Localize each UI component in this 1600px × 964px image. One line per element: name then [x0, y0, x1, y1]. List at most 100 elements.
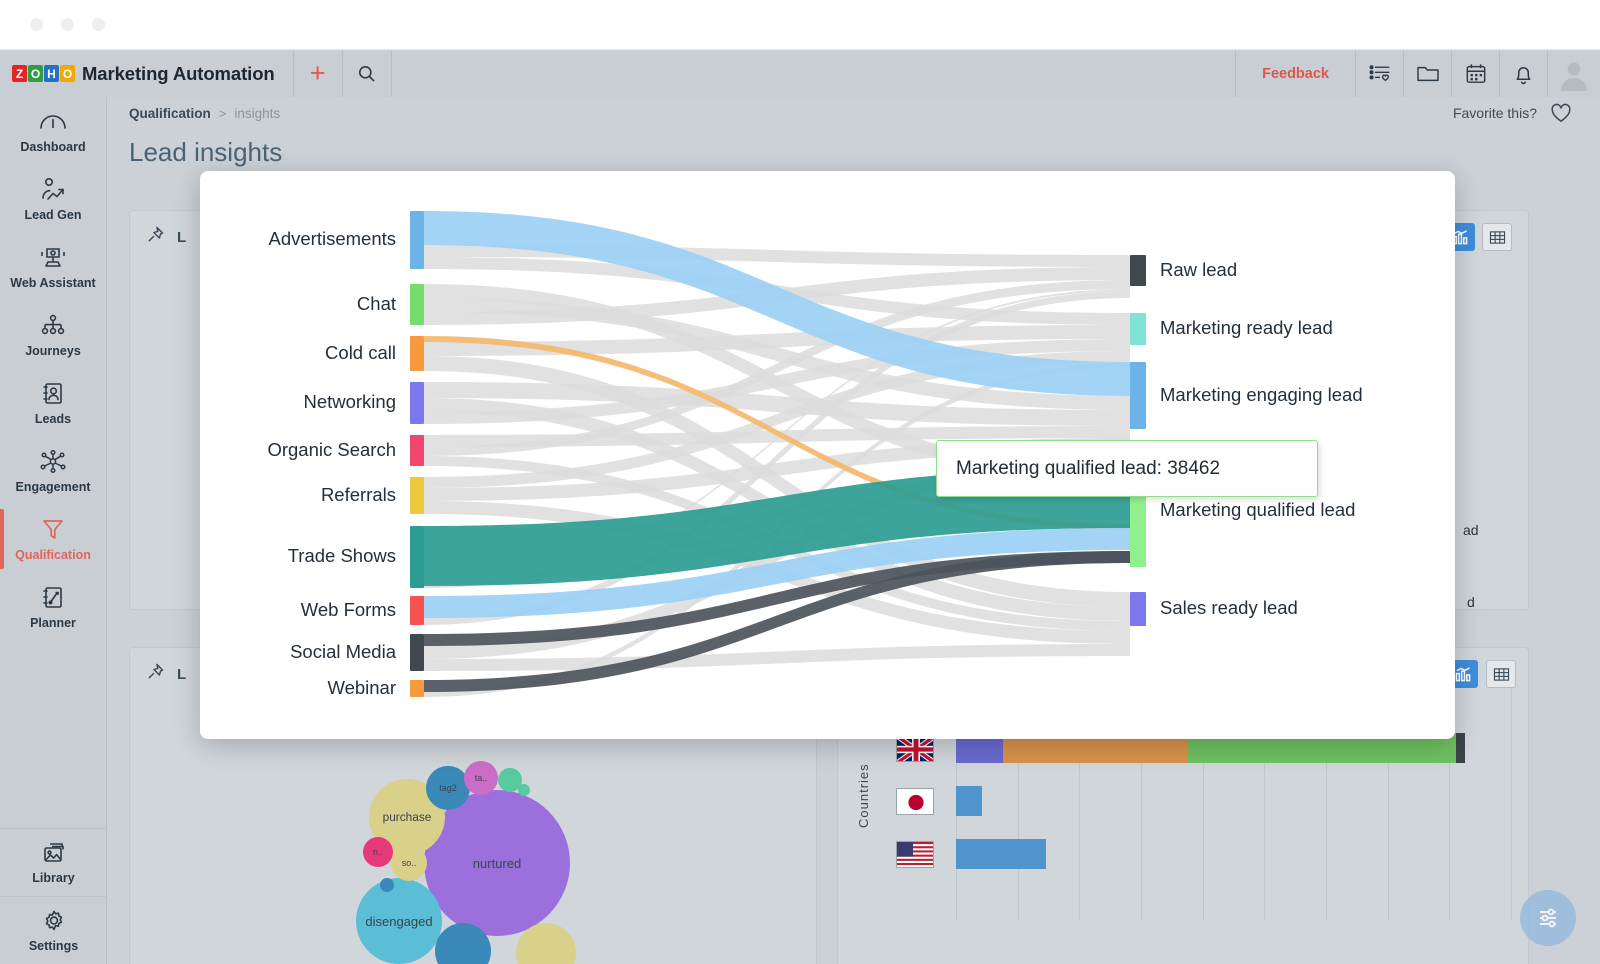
sankey-source-label: Networking — [303, 391, 396, 413]
calendar-button[interactable] — [1452, 50, 1499, 97]
notifications-button[interactable] — [1500, 50, 1547, 97]
sankey-source-node[interactable] — [410, 526, 424, 588]
sankey-modal: AdvertisementsChatCold callNetworkingOrg… — [200, 171, 1455, 739]
table-view-button[interactable] — [1486, 660, 1516, 688]
filter-fab-button[interactable] — [1520, 890, 1576, 946]
sidebar-item-library[interactable]: Library — [0, 828, 107, 896]
bubble-item[interactable]: disengaged — [356, 878, 442, 964]
sankey-source-node[interactable] — [410, 435, 424, 466]
sankey-source-label: Referrals — [321, 484, 396, 506]
sankey-source-node[interactable] — [410, 284, 424, 325]
sidebar-item-planner[interactable]: Planner — [0, 573, 106, 641]
avatar-icon — [1557, 57, 1591, 91]
flag-usa — [897, 842, 934, 868]
country-flag — [896, 735, 934, 762]
country-bar-segment[interactable] — [1456, 733, 1465, 763]
feedback-button[interactable]: Feedback — [1236, 66, 1355, 82]
sidebar-item-web-assistant[interactable]: Web Assistant — [0, 233, 106, 301]
pin-icon[interactable] — [146, 662, 165, 686]
logo-letter-o1: O — [28, 65, 43, 82]
sankey-source-node[interactable] — [410, 382, 424, 424]
country-bar-segment[interactable] — [956, 839, 1046, 869]
sidebar-item-journeys[interactable]: Journeys — [0, 301, 106, 369]
sidebar-item-engagement[interactable]: Engagement — [0, 437, 106, 505]
sankey-target-node[interactable] — [1130, 313, 1146, 345]
user-avatar-button[interactable] — [1548, 50, 1600, 97]
leads-card-icon — [38, 381, 68, 407]
pin-icon[interactable] — [146, 225, 165, 249]
search-icon — [357, 64, 376, 83]
table-view-button[interactable] — [1482, 223, 1512, 251]
plus-icon: + — [310, 60, 326, 87]
window-maximize-button[interactable] — [92, 18, 105, 31]
heart-icon[interactable] — [1550, 103, 1572, 123]
gear-icon — [40, 908, 68, 934]
sidebar-item-leads[interactable]: Leads — [0, 369, 106, 437]
bubble-item[interactable] — [518, 784, 530, 796]
bubble-item[interactable]: n.. — [363, 837, 393, 867]
sankey-target-node[interactable] — [1130, 362, 1146, 429]
sidebar-item-label: Web Assistant — [10, 276, 95, 290]
sidebar-bottom: Library Settings — [0, 828, 107, 964]
favorite-control[interactable]: Favorite this? — [1453, 103, 1600, 123]
sankey-source-node[interactable] — [410, 211, 424, 269]
zoho-logo-icon: Z O H O — [12, 65, 75, 82]
engagement-network-icon — [38, 449, 68, 475]
pin-glyph-icon — [146, 225, 165, 244]
bubble-item[interactable] — [380, 878, 394, 892]
sankey-tooltip: Marketing qualified lead: 38462 — [936, 440, 1318, 497]
country-bar-segment[interactable] — [956, 786, 982, 816]
sankey-source-node[interactable] — [410, 477, 424, 514]
add-button[interactable]: + — [294, 50, 342, 97]
journeys-tree-icon — [38, 313, 68, 339]
sankey-target-node[interactable] — [1130, 255, 1146, 286]
pin-glyph-icon — [146, 662, 165, 681]
breadcrumb: Qualification > insights Favorite this? — [107, 97, 1600, 129]
sankey-target-node[interactable] — [1130, 592, 1146, 626]
sankey-target-label: Marketing qualified lead — [1160, 499, 1355, 521]
breadcrumb-parent[interactable]: Qualification — [129, 106, 211, 121]
sankey-target-label: Raw lead — [1160, 259, 1237, 281]
bubble-item[interactable]: so.. — [391, 845, 427, 881]
sankey-source-node[interactable] — [410, 634, 424, 671]
app-topbar: Z O H O Marketing Automation + Feedback — [0, 50, 1600, 97]
sankey-source-node[interactable] — [410, 680, 424, 697]
bubble-item[interactable]: ta.. — [464, 761, 498, 795]
window-minimize-button[interactable] — [61, 18, 74, 31]
list-heart-button[interactable] — [1356, 50, 1403, 97]
bubble-item[interactable]: tag2 — [426, 766, 470, 810]
folder-button[interactable] — [1404, 50, 1451, 97]
sankey-source-label: Cold call — [325, 342, 396, 364]
breadcrumb-current: insights — [234, 106, 280, 121]
window-close-button[interactable] — [30, 18, 43, 31]
ghost-label-partial-2: d — [1467, 594, 1475, 610]
brand-logo[interactable]: Z O H O Marketing Automation — [0, 63, 275, 85]
logo-letter-h: H — [44, 65, 59, 82]
sankey-source-node[interactable] — [410, 336, 424, 371]
tooltip-text: Marketing qualified lead: 38462 — [956, 458, 1220, 480]
search-button[interactable] — [343, 50, 391, 97]
sidebar-item-settings[interactable]: Settings — [0, 896, 107, 964]
sankey-source-node[interactable] — [410, 596, 424, 625]
folder-icon — [1416, 64, 1440, 84]
sidebar-item-qualification[interactable]: Qualification — [0, 505, 106, 573]
panel-view-toggle — [1445, 223, 1512, 251]
planner-icon — [38, 585, 68, 611]
country-flag — [896, 788, 934, 815]
sidebar-item-label: Dashboard — [20, 140, 85, 154]
sidebar-item-dashboard[interactable]: Dashboard — [0, 97, 106, 165]
filter-sliders-icon — [1535, 905, 1561, 931]
window-controls[interactable] — [30, 18, 105, 31]
gridline — [1511, 670, 1512, 920]
sankey-source-label: Organic Search — [267, 439, 396, 461]
sankey-target-label: Sales ready lead — [1160, 597, 1298, 619]
sankey-source-label: Webinar — [327, 677, 396, 699]
topbar-divider — [391, 50, 392, 97]
sidebar: Dashboard Lead Gen Web Assistant — [0, 97, 107, 964]
ghost-label-partial-1: ad — [1463, 522, 1479, 538]
page-title: Lead insights — [107, 137, 1600, 168]
bubble-item[interactable]: nurtured — [424, 790, 570, 936]
list-heart-icon — [1369, 64, 1391, 84]
sidebar-item-label: Leads — [35, 412, 71, 426]
sidebar-item-lead-gen[interactable]: Lead Gen — [0, 165, 106, 233]
